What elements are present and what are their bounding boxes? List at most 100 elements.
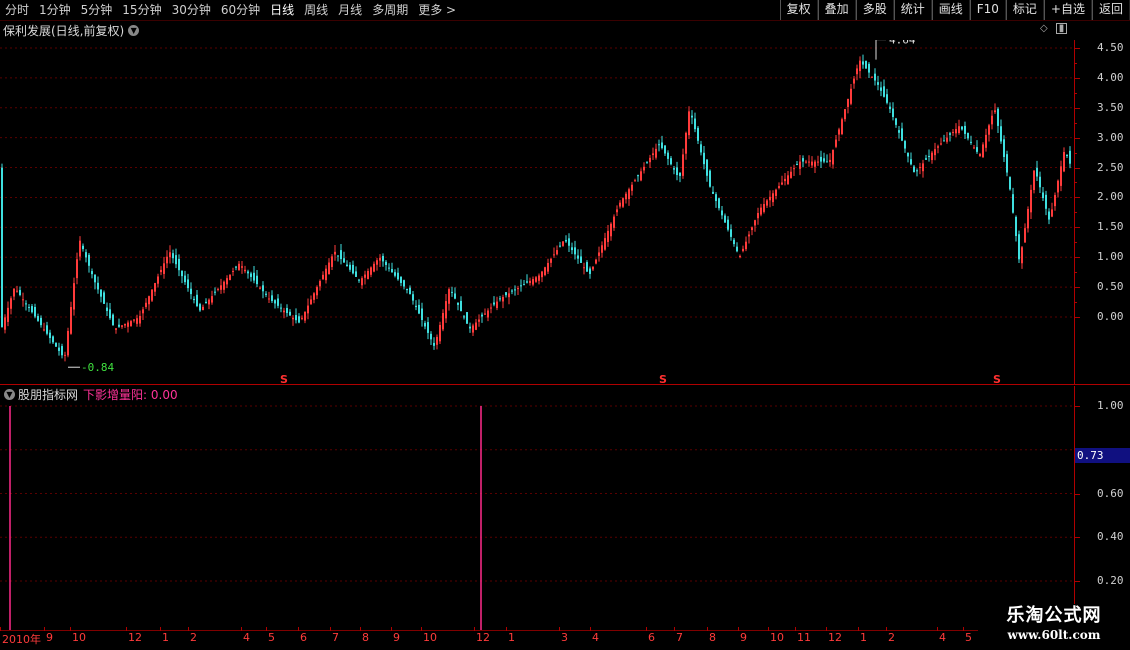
date-tick-mark <box>674 627 675 631</box>
indicator-chart[interactable] <box>0 386 1074 630</box>
date-tick-label: 7 <box>676 631 683 644</box>
date-tick-mark <box>858 627 859 631</box>
candle-body <box>79 240 81 257</box>
candle-body <box>823 158 825 162</box>
candle-body <box>871 76 873 78</box>
candle-body <box>445 301 447 319</box>
period-tab-5[interactable]: 60分钟 <box>216 0 265 20</box>
panel-toggle-icon[interactable]: ▮ <box>1055 23 1068 34</box>
candle-body <box>433 342 435 346</box>
period-tab-6[interactable]: 日线 <box>265 0 299 20</box>
toolbar-button-0[interactable]: 复权 <box>779 0 818 20</box>
candle-body <box>88 254 90 266</box>
date-tick-label: 11 <box>797 631 811 644</box>
candle-body <box>418 304 420 314</box>
toolbar-button-1[interactable]: 叠加 <box>817 0 856 20</box>
candle-body <box>16 290 18 292</box>
y-tick-mark <box>1074 257 1080 259</box>
candle-body <box>763 204 765 212</box>
candle-body <box>1060 166 1062 186</box>
candle-body <box>829 159 831 163</box>
toolbar-button-6[interactable]: 标记 <box>1005 0 1044 20</box>
date-tick-label: 6 <box>300 631 307 644</box>
toolbar-button-7[interactable]: +自选 <box>1043 0 1092 20</box>
diamond-icon[interactable]: ◇ <box>1040 23 1048 34</box>
candle-body <box>841 119 843 135</box>
period-tab-1[interactable]: 1分钟 <box>34 0 76 20</box>
candle-body <box>472 325 474 333</box>
candle-body <box>31 306 33 313</box>
candle-body <box>748 234 750 237</box>
date-tick-label: 12 <box>828 631 842 644</box>
candle-body <box>364 274 366 278</box>
candle-body <box>199 304 201 311</box>
candle-body <box>553 254 555 256</box>
candle-body <box>376 260 378 265</box>
candle-body <box>1027 209 1029 229</box>
candle-body <box>361 278 363 286</box>
date-tick-mark <box>738 627 739 631</box>
candle-body <box>676 167 678 176</box>
period-tab-9[interactable]: 多周期 <box>367 0 413 20</box>
candle-body <box>55 342 57 347</box>
candle-body <box>943 140 945 142</box>
candle-body <box>988 125 990 135</box>
candle-body <box>289 311 291 316</box>
candle-body <box>238 263 240 271</box>
toolbar-button-2[interactable]: 多股 <box>855 0 894 20</box>
period-tab-3[interactable]: 15分钟 <box>117 0 166 20</box>
candle-body <box>46 325 48 334</box>
toolbar-button-4[interactable]: 画线 <box>931 0 970 20</box>
toolbar-button-5[interactable]: F10 <box>969 0 1006 20</box>
toolbar-button-3[interactable]: 统计 <box>893 0 932 20</box>
candle-body <box>619 202 621 207</box>
candle-body <box>349 264 351 270</box>
candle-body <box>217 288 219 290</box>
candle-body <box>991 115 993 125</box>
candle-body <box>160 269 162 273</box>
candle-body <box>1039 176 1041 188</box>
period-tab-10[interactable]: 更多 > <box>413 0 461 20</box>
y-minor-tick <box>1074 302 1077 303</box>
candle-body <box>949 133 951 135</box>
candlestick-chart[interactable]: 4.64 -0.84 S S S <box>0 40 1074 384</box>
candle-body <box>145 302 147 307</box>
period-tab-2[interactable]: 5分钟 <box>76 0 118 20</box>
date-tick-label: 4 <box>939 631 946 644</box>
candle-body <box>1024 228 1026 243</box>
date-tick-mark <box>70 627 71 631</box>
candle-body <box>535 277 537 282</box>
date-tick-mark <box>421 627 422 631</box>
candle-body <box>244 269 246 272</box>
candle-body <box>898 130 900 133</box>
candle-body <box>166 256 168 264</box>
period-tab-0[interactable]: 分时 <box>0 0 34 20</box>
candle-body <box>574 247 576 255</box>
toolbar-button-8[interactable]: 返回 <box>1091 0 1130 20</box>
candle-body <box>601 245 603 253</box>
candle-body <box>544 267 546 276</box>
candle-body <box>142 309 144 314</box>
period-tab-8[interactable]: 月线 <box>333 0 367 20</box>
candle-body <box>331 256 333 267</box>
candle-body <box>91 271 93 275</box>
candle-body <box>856 68 858 75</box>
candle-body <box>67 330 69 356</box>
candle-body <box>28 306 30 308</box>
date-tick-mark <box>559 627 560 631</box>
candle-body <box>508 293 510 298</box>
date-tick-label: 10 <box>423 631 437 644</box>
candle-body <box>319 280 321 287</box>
period-tab-7[interactable]: 周线 <box>299 0 333 20</box>
candle-body <box>1036 167 1038 177</box>
y-minor-tick <box>1074 242 1077 244</box>
period-tab-4[interactable]: 30分钟 <box>167 0 216 20</box>
candle-body <box>112 314 114 326</box>
candle-body <box>787 175 789 184</box>
date-tick-mark <box>768 627 769 631</box>
candle-body <box>694 118 696 130</box>
candle-body <box>808 161 810 163</box>
watermark-title: 乐淘公式网 <box>1006 605 1102 626</box>
candle-body <box>616 209 618 213</box>
chevron-down-icon[interactable]: ▼ <box>128 24 140 36</box>
